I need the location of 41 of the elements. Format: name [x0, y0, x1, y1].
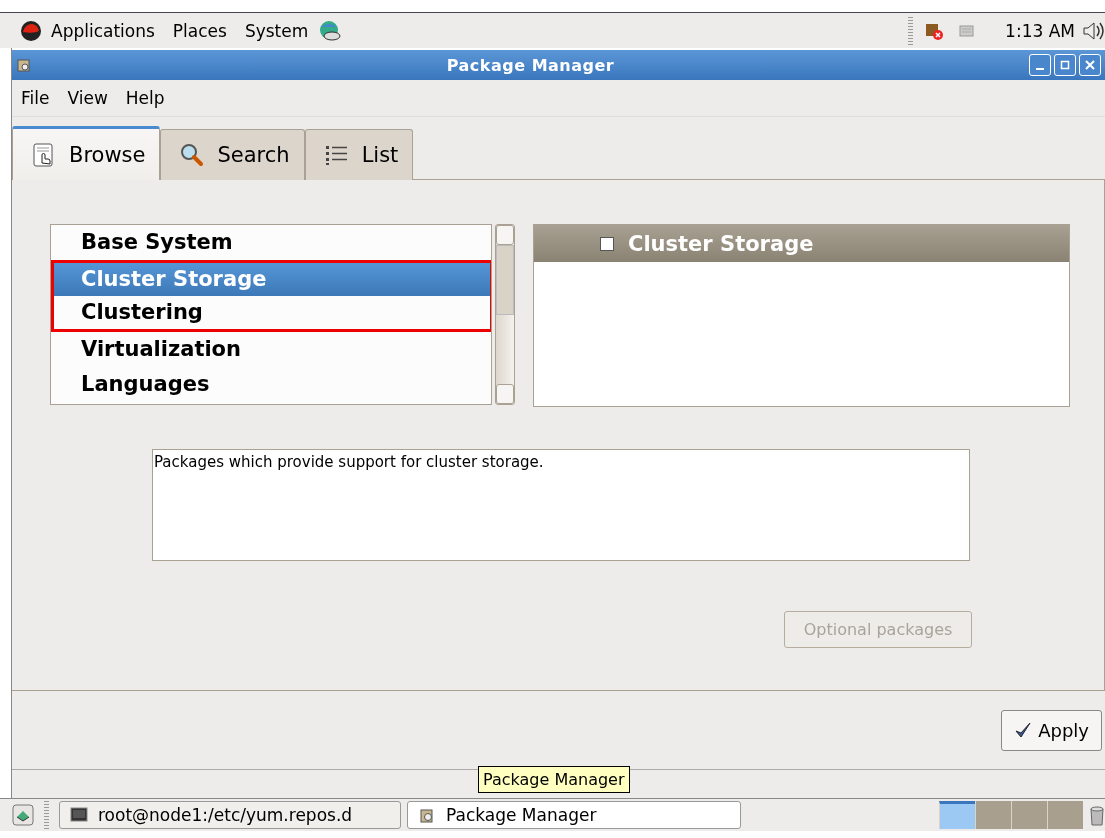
- scrollbar[interactable]: [495, 224, 515, 405]
- tab[interactable]: List: [304, 129, 414, 180]
- maximize-icon: [1060, 60, 1070, 70]
- package-icon: [418, 806, 436, 824]
- menu-item[interactable]: Help: [116, 88, 174, 108]
- package-icon: [16, 57, 32, 73]
- checkmark-icon: [1014, 721, 1033, 739]
- window-title: Package Manager: [445, 55, 616, 75]
- close-button[interactable]: [1079, 54, 1101, 76]
- menu-item[interactable]: View: [58, 88, 117, 108]
- workspace[interactable]: [939, 801, 975, 829]
- menu-item[interactable]: File: [12, 88, 59, 108]
- maximize-button[interactable]: [1054, 54, 1076, 76]
- show-desktop-icon[interactable]: [12, 804, 34, 826]
- workspace-switcher[interactable]: [939, 801, 1083, 829]
- tooltip: Package Manager: [478, 766, 630, 793]
- trash-icon[interactable]: [1089, 804, 1105, 826]
- panel-menu[interactable]: Applications: [42, 20, 164, 41]
- tab[interactable]: Search: [160, 129, 305, 180]
- category-item[interactable]: Clustering: [54, 296, 490, 329]
- category-item[interactable]: Base System: [51, 225, 491, 260]
- category-item[interactable]: Languages: [51, 367, 491, 402]
- tab[interactable]: Browse: [12, 126, 161, 180]
- hat-icon[interactable]: [20, 19, 42, 42]
- panel-menu[interactable]: System: [235, 20, 318, 41]
- panel-menu[interactable]: Places: [163, 20, 236, 41]
- minimize-icon: [1036, 68, 1044, 70]
- taskbar-button[interactable]: root@node1:/etc/yum.repos.d: [59, 801, 401, 829]
- group-title: Cluster Storage: [628, 231, 814, 256]
- search-icon: [179, 142, 206, 168]
- minimize-button[interactable]: [1029, 54, 1051, 76]
- close-icon: [1085, 60, 1095, 70]
- terminal-icon: [70, 806, 88, 824]
- checkbox[interactable]: [600, 236, 614, 251]
- volume-icon[interactable]: [1081, 19, 1105, 42]
- taskbar-button[interactable]: Package Manager: [407, 801, 741, 829]
- description-box: Packages which provide support for cluster storage.: [152, 449, 970, 561]
- category-item[interactable]: Cluster Storage: [54, 263, 490, 296]
- category-item[interactable]: Virtualization: [51, 332, 491, 367]
- apply-button[interactable]: Apply: [1001, 709, 1102, 751]
- clock[interactable]: 1:13 AM: [1005, 20, 1075, 41]
